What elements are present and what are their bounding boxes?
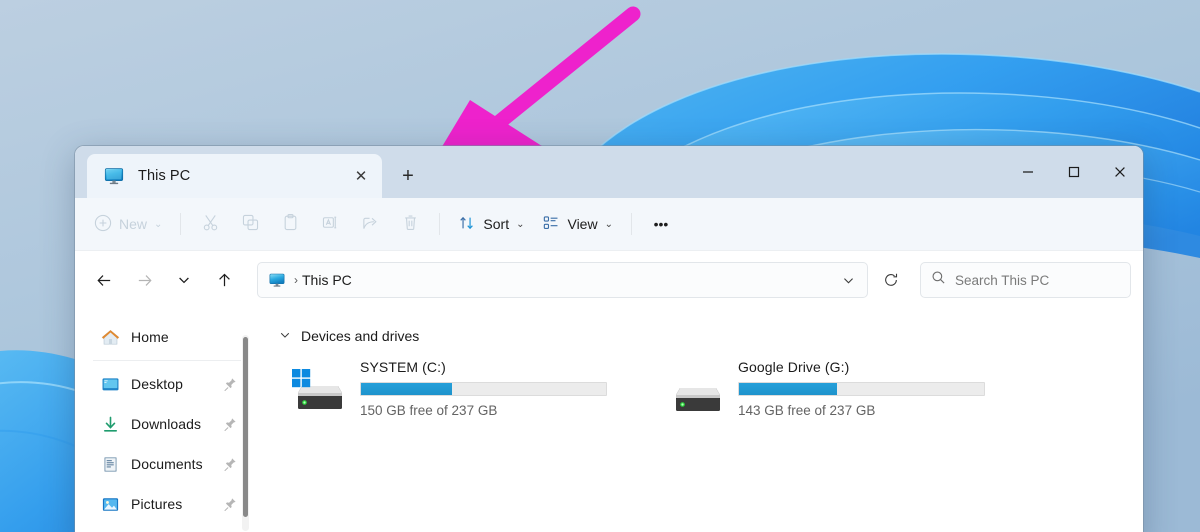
maximize-button[interactable] [1051, 146, 1097, 198]
toolbar-divider-3 [630, 213, 632, 235]
group-title: Devices and drives [301, 328, 420, 344]
paste-button[interactable] [270, 207, 310, 241]
view-button[interactable]: View ⌄ [533, 207, 621, 241]
address-dropdown-icon[interactable] [833, 265, 863, 295]
pictures-icon [101, 495, 120, 514]
minimize-button[interactable] [1005, 146, 1051, 198]
address-bar[interactable]: › This PC [257, 262, 868, 298]
close-window-button[interactable] [1097, 146, 1143, 198]
navigation-pane: Home Desktop Downloads Documents Picture… [75, 309, 253, 532]
search-box[interactable] [920, 262, 1131, 298]
cut-button[interactable] [190, 207, 230, 241]
clipboard-icon [281, 213, 300, 235]
sidebar-item-label: Desktop [131, 376, 184, 392]
close-tab-icon[interactable]: ✕ [346, 161, 376, 191]
toolbar-divider-1 [180, 213, 182, 235]
this-pc-icon [103, 165, 125, 187]
sidebar-item-documents[interactable]: Documents [81, 444, 247, 484]
drive-item[interactable]: Google Drive (G:) 143 GB free of 237 GB [666, 357, 986, 418]
pin-icon[interactable] [223, 377, 237, 392]
drive-info: Google Drive (G:) 143 GB free of 237 GB [738, 357, 986, 418]
drive-item[interactable]: SYSTEM (C:) 150 GB free of 237 GB [288, 357, 608, 418]
refresh-button[interactable] [874, 263, 908, 297]
view-icon [542, 214, 560, 235]
window-body: Home Desktop Downloads Documents Picture… [75, 309, 1143, 532]
drive-free-space: 150 GB free of 237 GB [360, 403, 498, 418]
window-controls [1005, 146, 1143, 198]
drive-usage-bar [360, 382, 607, 396]
chevron-down-icon[interactable] [278, 329, 292, 344]
new-button[interactable]: New ⌄ [85, 207, 171, 241]
drive-name: Google Drive (G:) [738, 359, 850, 375]
drive-free-space: 143 GB free of 237 GB [738, 403, 876, 418]
rename-icon [321, 213, 340, 235]
breadcrumb-separator: › [294, 273, 298, 287]
home-icon [101, 328, 120, 347]
downloads-icon [101, 415, 120, 434]
hard-drive-windows-icon [288, 367, 346, 417]
documents-icon [101, 455, 120, 474]
drive-usage-bar [738, 382, 985, 396]
sidebar-item-desktop[interactable]: Desktop [81, 364, 247, 404]
back-button[interactable] [87, 263, 121, 297]
sidebar-item-label: Downloads [131, 416, 202, 432]
command-bar: New ⌄ Sort ⌄ View ⌄ ••• [75, 198, 1143, 251]
new-label: New [119, 216, 148, 232]
more-options-button[interactable]: ••• [641, 207, 681, 241]
drive-name: SYSTEM (C:) [360, 359, 446, 375]
breadcrumb-path[interactable]: This PC [302, 272, 352, 288]
sort-label: Sort [483, 216, 510, 232]
navigation-bar: › This PC [75, 251, 1143, 309]
drive-usage-fill [361, 383, 452, 395]
hard-drive-icon [666, 367, 724, 417]
sidebar-item-home[interactable]: Home [81, 317, 247, 357]
view-label: View [567, 216, 598, 232]
sidebar-item-label: Documents [131, 456, 203, 472]
content-pane: Devices and drives SYSTEM (C:) 150 GB fr… [253, 309, 1143, 532]
sidebar-divider [93, 360, 241, 361]
title-bar: This PC ✕ + [75, 146, 1143, 198]
scissors-icon [201, 213, 220, 235]
pin-icon[interactable] [223, 457, 237, 472]
this-pc-icon [268, 271, 286, 289]
chevron-down-icon: ⌄ [516, 218, 525, 230]
chevron-down-icon: ⌄ [154, 218, 163, 230]
share-button[interactable] [350, 207, 390, 241]
sidebar-item-pictures[interactable]: Pictures [81, 484, 247, 524]
tab-label: This PC [138, 168, 191, 184]
search-input[interactable] [955, 272, 1120, 288]
copy-icon [241, 213, 260, 235]
devices-group-header[interactable]: Devices and drives [278, 323, 1143, 349]
share-icon [361, 213, 380, 235]
drive-info: SYSTEM (C:) 150 GB free of 237 GB [360, 357, 608, 418]
tab-this-pc[interactable]: This PC ✕ [87, 154, 382, 198]
pin-icon[interactable] [223, 497, 237, 512]
desktop-icon [101, 375, 120, 394]
drives-list: SYSTEM (C:) 150 GB free of 237 GB Google… [278, 357, 1143, 418]
search-icon [931, 270, 946, 290]
recent-locations-button[interactable] [167, 263, 201, 297]
sort-button[interactable]: Sort ⌄ [449, 207, 533, 241]
sidebar-item-label: Home [131, 329, 169, 345]
pin-icon[interactable] [223, 417, 237, 432]
toolbar-divider-2 [439, 213, 441, 235]
trash-icon [401, 213, 420, 235]
drive-usage-fill [739, 383, 837, 395]
file-explorer-window: This PC ✕ + New ⌄ Sort ⌄ View ⌄ ••• › Th… [75, 146, 1143, 532]
up-button[interactable] [207, 263, 241, 297]
copy-button[interactable] [230, 207, 270, 241]
delete-button[interactable] [390, 207, 430, 241]
plus-circle-icon [94, 214, 112, 235]
sort-icon [458, 214, 476, 235]
rename-button[interactable] [310, 207, 350, 241]
sidebar-item-label: Pictures [131, 496, 183, 512]
chevron-down-icon: ⌄ [604, 218, 613, 230]
sidebar-scrollbar-thumb[interactable] [243, 337, 248, 517]
forward-button[interactable] [127, 263, 161, 297]
sidebar-scrollbar[interactable] [242, 335, 249, 531]
new-tab-button[interactable]: + [390, 158, 426, 194]
sidebar-item-downloads[interactable]: Downloads [81, 404, 247, 444]
